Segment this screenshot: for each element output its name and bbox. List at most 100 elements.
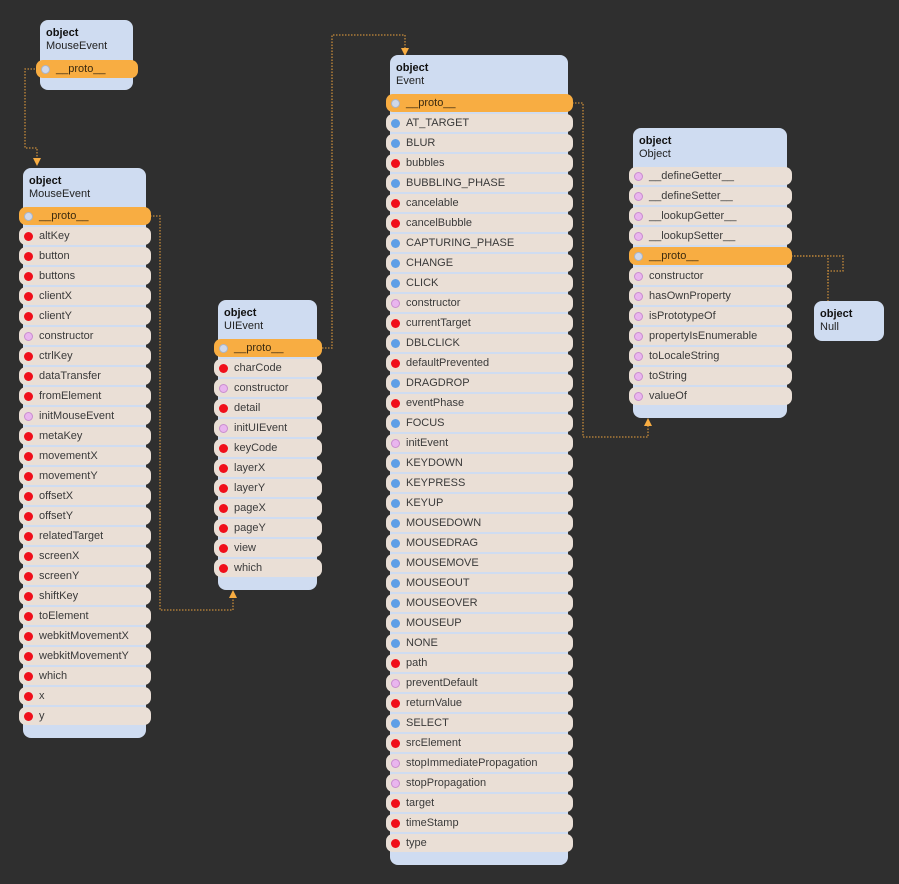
property-row[interactable]: offsetY — [19, 507, 151, 525]
property-row[interactable]: timeStamp — [386, 814, 573, 832]
property-row[interactable]: charCode — [214, 359, 322, 377]
property-row[interactable]: button — [19, 247, 151, 265]
property-row[interactable]: buttons — [19, 267, 151, 285]
property-row[interactable]: constructor — [214, 379, 322, 397]
property-row[interactable]: NONE — [386, 634, 573, 652]
property-row[interactable]: clientY — [19, 307, 151, 325]
property-row[interactable]: stopImmediatePropagation — [386, 754, 573, 772]
property-row[interactable]: pageY — [214, 519, 322, 537]
property-row[interactable]: MOUSEOUT — [386, 574, 573, 592]
property-row[interactable]: relatedTarget — [19, 527, 151, 545]
property-row[interactable]: which — [214, 559, 322, 577]
property-row[interactable]: target — [386, 794, 573, 812]
property-row[interactable]: constructor — [19, 327, 151, 345]
node-mouseevent-instance[interactable]: object MouseEvent __proto__ — [36, 20, 138, 90]
property-row[interactable]: x — [19, 687, 151, 705]
property-row[interactable]: MOUSEUP — [386, 614, 573, 632]
property-row[interactable]: KEYUP — [386, 494, 573, 512]
node-object-prototype[interactable]: object Object __defineGetter__ __defineSe… — [629, 128, 792, 418]
property-row[interactable]: ctrlKey — [19, 347, 151, 365]
property-row[interactable]: CLICK — [386, 274, 573, 292]
property-row[interactable]: MOUSEDOWN — [386, 514, 573, 532]
property-row[interactable]: SELECT — [386, 714, 573, 732]
property-row[interactable]: cancelBubble — [386, 214, 573, 232]
property-row[interactable]: __defineSetter__ — [629, 187, 792, 205]
property-row[interactable]: eventPhase — [386, 394, 573, 412]
property-row[interactable]: stopPropagation — [386, 774, 573, 792]
property-row[interactable]: hasOwnProperty — [629, 287, 792, 305]
property-row[interactable]: returnValue — [386, 694, 573, 712]
property-label: toElement — [39, 610, 89, 622]
property-row[interactable]: isPrototypeOf — [629, 307, 792, 325]
property-row[interactable]: toString — [629, 367, 792, 385]
property-row[interactable]: DBLCLICK — [386, 334, 573, 352]
property-row[interactable]: clientX — [19, 287, 151, 305]
property-row[interactable]: path — [386, 654, 573, 672]
node-event-prototype[interactable]: object Event __proto__ AT_TARGET BLUR bubbl… — [386, 55, 573, 865]
property-row[interactable]: MOUSEOVER — [386, 594, 573, 612]
property-row[interactable]: screenY — [19, 567, 151, 585]
constant-dot-icon — [391, 498, 400, 508]
property-row[interactable]: view — [214, 539, 322, 557]
field-dot-icon — [391, 198, 400, 208]
node-kind: object — [29, 175, 62, 187]
property-row[interactable]: constructor — [386, 294, 573, 312]
property-row[interactable]: metaKey — [19, 427, 151, 445]
property-row[interactable]: initUIEvent — [214, 419, 322, 437]
proto-property-row[interactable]: __proto__ — [214, 339, 322, 357]
property-row[interactable]: CHANGE — [386, 254, 573, 272]
property-row[interactable]: initEvent — [386, 434, 573, 452]
property-row[interactable]: screenX — [19, 547, 151, 565]
property-row[interactable]: webkitMovementY — [19, 647, 151, 665]
property-row[interactable]: offsetX — [19, 487, 151, 505]
property-label: screenY — [39, 570, 80, 582]
property-row[interactable]: constructor — [629, 267, 792, 285]
property-row[interactable]: CAPTURING_PHASE — [386, 234, 573, 252]
node-mouseevent-prototype[interactable]: object MouseEvent __proto__ altKey button b… — [19, 168, 151, 738]
property-row[interactable]: valueOf — [629, 387, 792, 405]
property-row[interactable]: KEYPRESS — [386, 474, 573, 492]
property-row[interactable]: FOCUS — [386, 414, 573, 432]
property-row[interactable]: __defineGetter__ — [629, 167, 792, 185]
property-row[interactable]: propertyIsEnumerable — [629, 327, 792, 345]
property-row[interactable]: keyCode — [214, 439, 322, 457]
property-row[interactable]: detail — [214, 399, 322, 417]
property-row[interactable]: pageX — [214, 499, 322, 517]
property-row[interactable]: layerY — [214, 479, 322, 497]
property-row[interactable]: __lookupGetter__ — [629, 207, 792, 225]
property-row[interactable]: defaultPrevented — [386, 354, 573, 372]
property-row[interactable]: altKey — [19, 227, 151, 245]
proto-property-row[interactable]: __proto__ — [386, 94, 573, 112]
property-row[interactable]: KEYDOWN — [386, 454, 573, 472]
property-row[interactable]: shiftKey — [19, 587, 151, 605]
property-row[interactable]: BLUR — [386, 134, 573, 152]
property-row[interactable]: which — [19, 667, 151, 685]
property-row[interactable]: currentTarget — [386, 314, 573, 332]
property-row[interactable]: movementX — [19, 447, 151, 465]
node-uievent-prototype[interactable]: object UIEvent __proto__ charCode construc… — [214, 300, 322, 590]
proto-property-row[interactable]: __proto__ — [19, 207, 151, 225]
property-row[interactable]: __lookupSetter__ — [629, 227, 792, 245]
node-null[interactable]: object Null — [814, 301, 884, 341]
property-row[interactable]: preventDefault — [386, 674, 573, 692]
property-row[interactable]: fromElement — [19, 387, 151, 405]
property-row[interactable]: movementY — [19, 467, 151, 485]
property-row[interactable]: BUBBLING_PHASE — [386, 174, 573, 192]
property-row[interactable]: MOUSEDRAG — [386, 534, 573, 552]
property-row[interactable]: AT_TARGET — [386, 114, 573, 132]
property-row[interactable]: y — [19, 707, 151, 725]
property-row[interactable]: initMouseEvent — [19, 407, 151, 425]
property-row[interactable]: toElement — [19, 607, 151, 625]
property-row[interactable]: layerX — [214, 459, 322, 477]
property-row[interactable]: dataTransfer — [19, 367, 151, 385]
property-row[interactable]: DRAGDROP — [386, 374, 573, 392]
proto-property-row[interactable]: __proto__ — [629, 247, 792, 265]
property-row[interactable]: toLocaleString — [629, 347, 792, 365]
property-row[interactable]: MOUSEMOVE — [386, 554, 573, 572]
property-row[interactable]: webkitMovementX — [19, 627, 151, 645]
property-row[interactable]: cancelable — [386, 194, 573, 212]
proto-property-row[interactable]: __proto__ — [36, 60, 138, 78]
property-row[interactable]: bubbles — [386, 154, 573, 172]
property-row[interactable]: srcElement — [386, 734, 573, 752]
property-row[interactable]: type — [386, 834, 573, 852]
